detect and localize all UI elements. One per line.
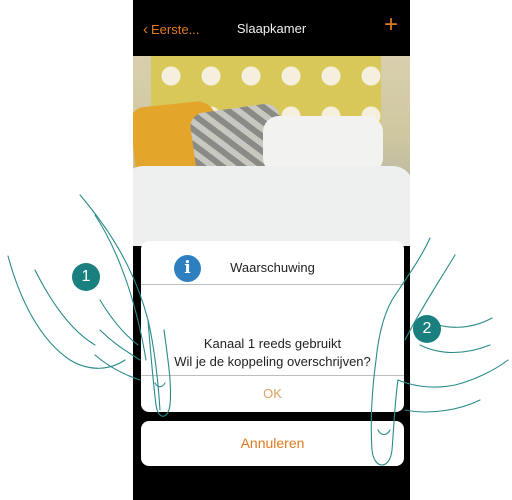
- top-bar: ‹ Eerste... Slaapkamer +: [133, 0, 410, 56]
- divider: [141, 284, 404, 285]
- dialog-message-line1: Kanaal 1 reeds gebruikt: [203, 336, 342, 351]
- page-title: Slaapkamer: [236, 21, 307, 36]
- phone-screen: ‹ Eerste... Slaapkamer + Waarschuwing Kan…: [133, 0, 410, 500]
- step-badge-2: 2: [413, 315, 441, 343]
- info-icon: i: [174, 255, 201, 282]
- room-photo: [133, 56, 410, 246]
- plus-icon[interactable]: +: [384, 13, 398, 37]
- ok-button[interactable]: OK: [141, 376, 404, 412]
- dialog-message: Kanaal 1 reeds gebruikt Wil je de koppel…: [141, 335, 404, 371]
- dialog-message-line2: Wil je de koppeling overschrijven?: [174, 354, 371, 369]
- step-badge-1: 1: [72, 263, 100, 291]
- bedsheet-image: [133, 166, 410, 246]
- cancel-button[interactable]: Annuleren: [141, 421, 404, 466]
